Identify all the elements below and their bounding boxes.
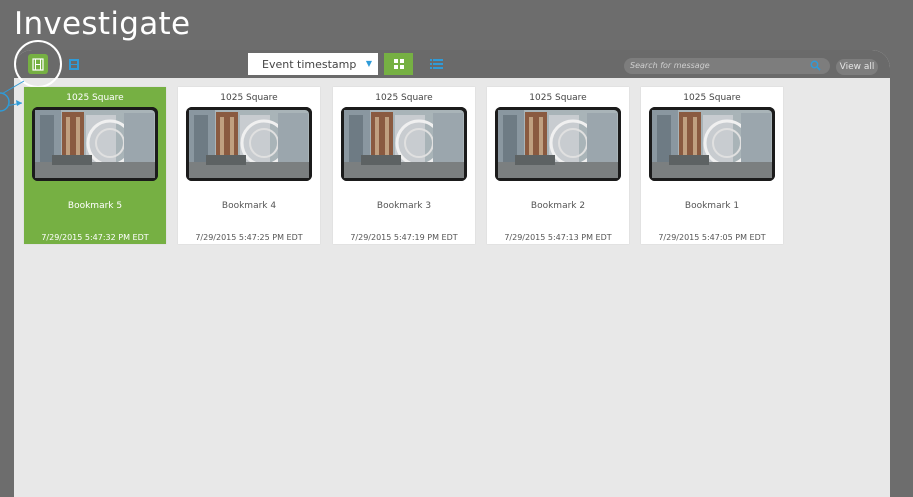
bookmark-card[interactable]: 1025 Square Bookmark 5 7/29/2015 5:47:32 … <box>24 87 166 244</box>
view-all-button[interactable]: View all <box>836 59 878 75</box>
sort-dropdown[interactable]: Event timestamp ▼ <box>248 53 378 75</box>
camera-name: 1025 Square <box>529 93 587 103</box>
camera-name: 1025 Square <box>683 93 741 103</box>
bookmark-name: Bookmark 5 <box>67 201 123 211</box>
bookmark-name: Bookmark 2 <box>530 201 586 211</box>
camera-name: 1025 Square <box>375 93 433 103</box>
bookmark-timestamp: 7/29/2015 5:47:32 PM EDT <box>41 233 149 242</box>
list-view-button[interactable] <box>422 53 451 75</box>
camera-name: 1025 Square <box>220 93 278 103</box>
film-icon <box>32 57 44 71</box>
list-icon <box>430 59 443 69</box>
video-thumbnail[interactable] <box>32 107 158 181</box>
search-icon[interactable] <box>810 60 821 71</box>
bookmark-card[interactable]: 1025 Square Bookmark 3 7/29/2015 5:47:19 … <box>333 87 475 244</box>
bookmark-timestamp: 7/29/2015 5:47:13 PM EDT <box>504 233 612 242</box>
bookmark-card[interactable]: 1025 Square Bookmark 4 7/29/2015 5:47:25 … <box>178 87 320 244</box>
video-thumbnail[interactable] <box>186 107 312 181</box>
bookmark-card[interactable]: 1025 Square Bookmark 2 7/29/2015 5:47:13 … <box>487 87 629 244</box>
bookmark-timestamp: 7/29/2015 5:47:25 PM EDT <box>195 233 303 242</box>
video-thumbnail[interactable] <box>341 107 467 181</box>
page-title: Investigate <box>14 6 191 42</box>
cameras-tab-button[interactable] <box>64 54 84 74</box>
bookmark-timestamp: 7/29/2015 5:47:19 PM EDT <box>350 233 458 242</box>
bookmark-name: Bookmark 4 <box>221 201 277 211</box>
sort-dropdown-value: Event timestamp <box>262 57 357 71</box>
chevron-down-icon: ▼ <box>365 59 372 68</box>
video-thumbnail[interactable] <box>495 107 621 181</box>
search-input[interactable]: Search for message <box>624 58 830 74</box>
grid-view-button[interactable] <box>384 53 413 75</box>
grid-icon <box>393 59 404 69</box>
bookmark-timestamp: 7/29/2015 5:47:05 PM EDT <box>658 233 766 242</box>
bookmark-name: Bookmark 3 <box>376 201 432 211</box>
camera-film-icon <box>69 58 79 70</box>
bookmark-card[interactable]: 1025 Square Bookmark 1 7/29/2015 5:47:05 … <box>641 87 783 244</box>
video-thumbnail[interactable] <box>649 107 775 181</box>
bookmarks-tab-button[interactable] <box>28 54 48 74</box>
camera-name: 1025 Square <box>66 93 124 103</box>
bookmark-name: Bookmark 1 <box>684 201 740 211</box>
